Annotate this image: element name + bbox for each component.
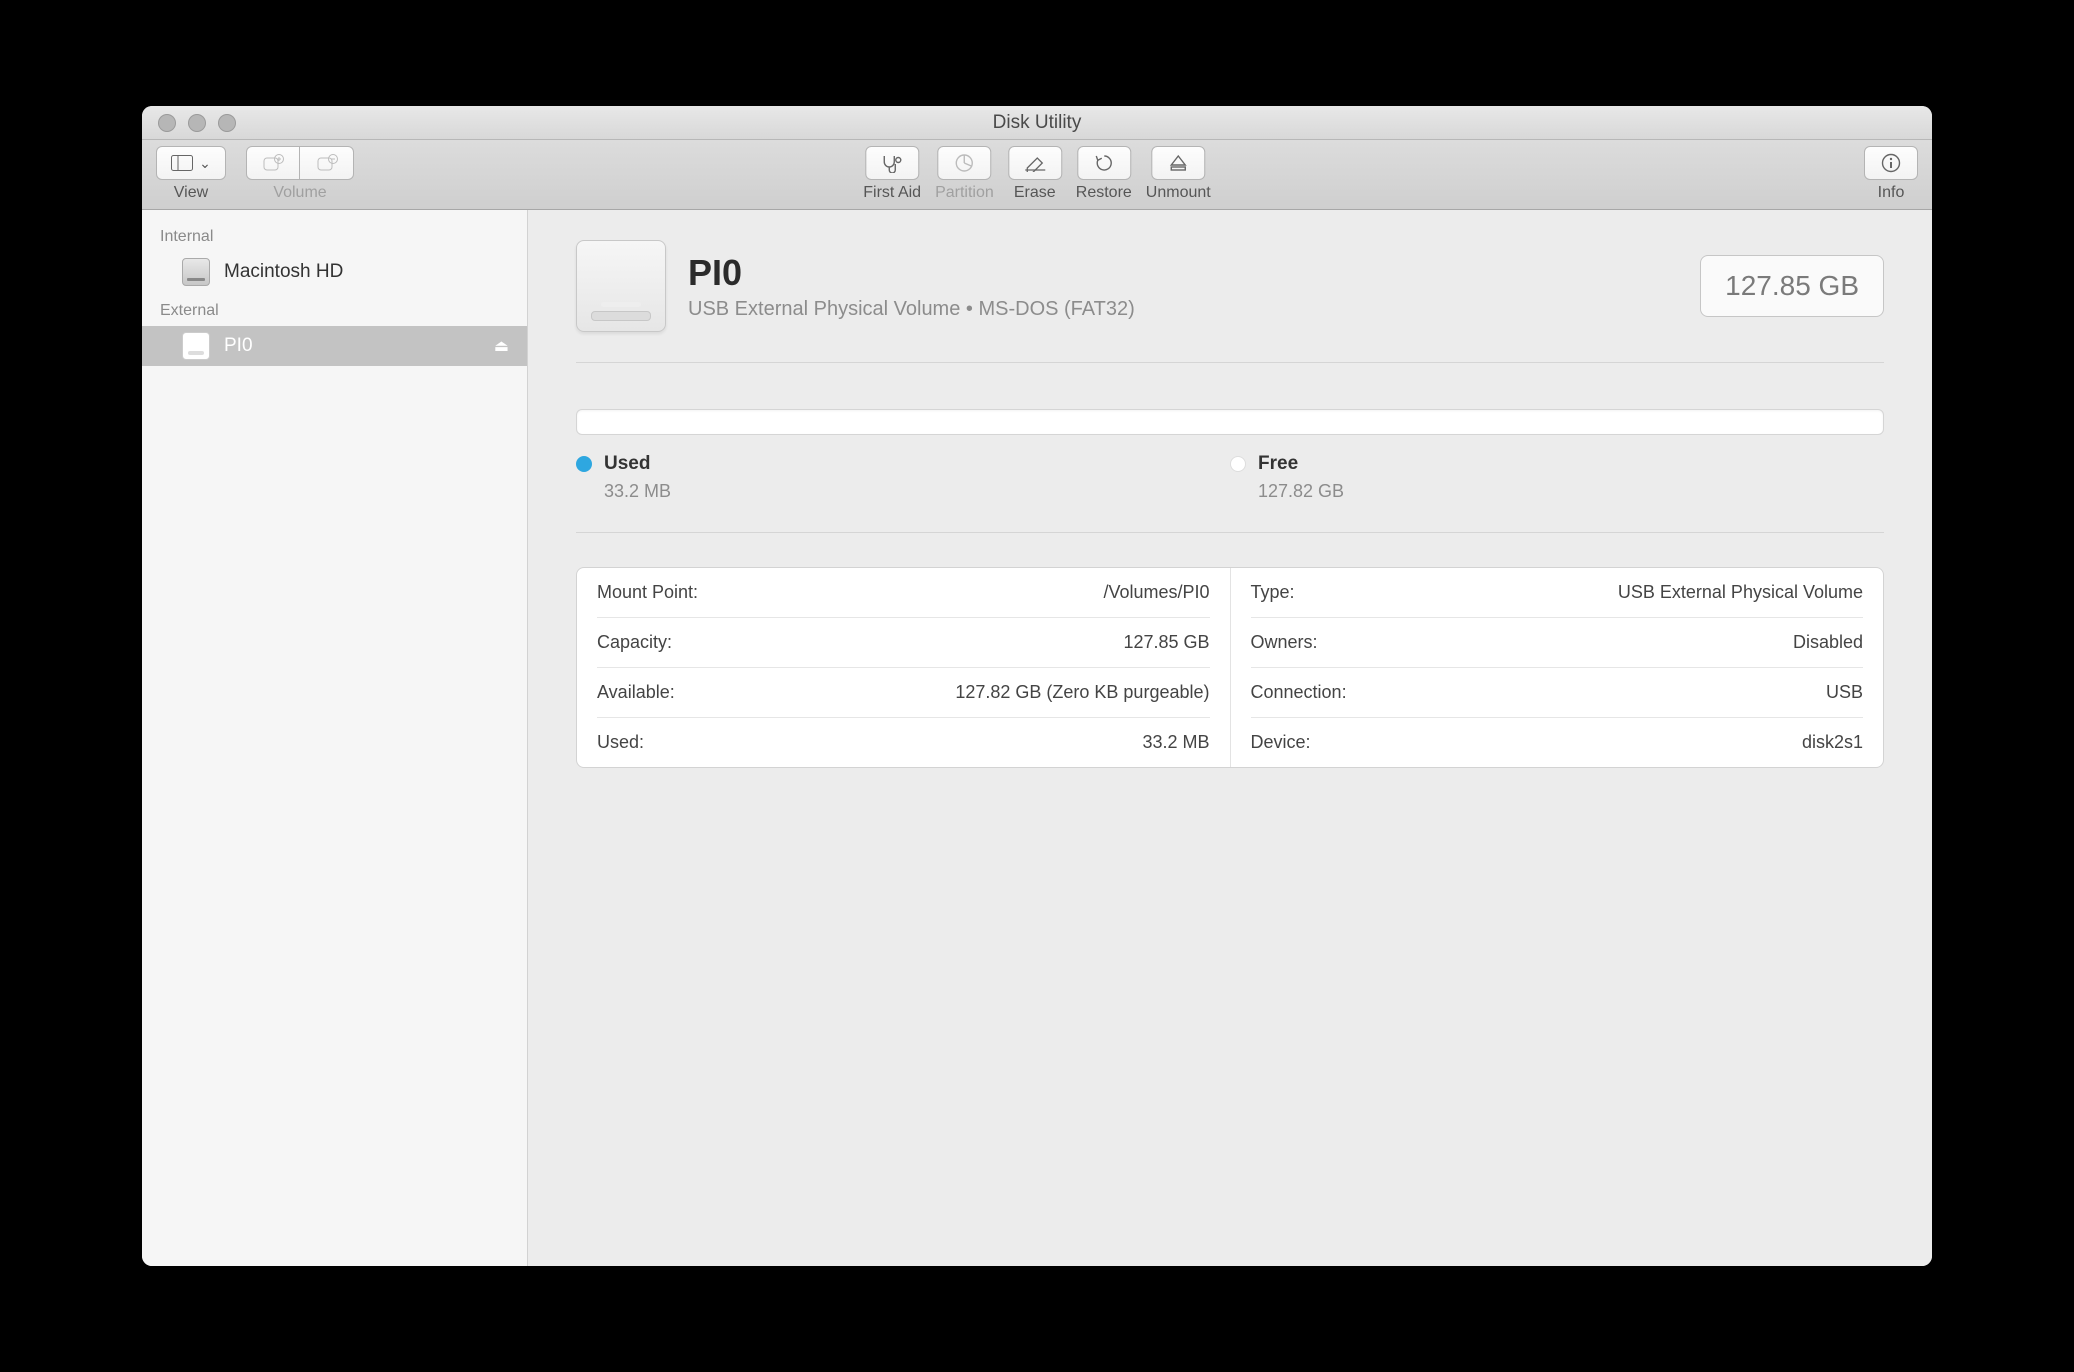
add-volume-icon: [262, 154, 284, 172]
unmount-label: Unmount: [1146, 184, 1211, 202]
view-label: View: [174, 184, 208, 202]
used-dot-icon: [576, 456, 592, 472]
info-label: Info: [1878, 184, 1905, 202]
sidebar: Internal Macintosh HD External PI0 ⏏: [142, 210, 528, 1266]
view-button[interactable]: ⌄: [156, 146, 226, 180]
sidebar-header-internal: Internal: [142, 218, 527, 252]
toolbar: ⌄ View Volume First Aid: [142, 140, 1932, 210]
erase-label: Erase: [1014, 184, 1056, 202]
restore-button[interactable]: [1077, 146, 1131, 180]
details-table: Mount Point:/Volumes/PI0 Capacity:127.85…: [576, 567, 1884, 768]
restore-label: Restore: [1076, 184, 1132, 202]
body: Internal Macintosh HD External PI0 ⏏ PI0…: [142, 210, 1932, 1266]
first-aid-label: First Aid: [863, 184, 921, 202]
external-drive-icon: [182, 332, 210, 360]
free-dot-icon: [1230, 456, 1246, 472]
toolbar-group-info: Info: [1864, 146, 1918, 202]
chevron-down-icon: ⌄: [199, 155, 211, 172]
used-label: Used: [604, 453, 650, 475]
capacity-box: 127.85 GB: [1700, 255, 1884, 317]
partition-icon: [953, 153, 975, 173]
add-volume-button: [246, 146, 300, 180]
detail-row: Available:127.82 GB (Zero KB purgeable): [597, 668, 1210, 718]
info-button[interactable]: [1864, 146, 1918, 180]
sidebar-item-pi0[interactable]: PI0 ⏏: [142, 326, 527, 366]
toolbar-group-volume: Volume: [246, 146, 354, 202]
info-icon: [1880, 152, 1902, 174]
divider: [576, 532, 1884, 533]
partition-label: Partition: [935, 184, 994, 202]
details-col-right: Type:USB External Physical Volume Owners…: [1231, 568, 1884, 767]
volume-icon: [576, 240, 666, 332]
partition-button: [937, 146, 991, 180]
volume-subtitle: USB External Physical Volume • MS-DOS (F…: [688, 298, 1135, 321]
detail-row: Owners:Disabled: [1251, 618, 1864, 668]
erase-icon: [1023, 154, 1047, 172]
hard-drive-icon: [182, 258, 210, 286]
details-col-left: Mount Point:/Volumes/PI0 Capacity:127.85…: [577, 568, 1231, 767]
detail-row: Used:33.2 MB: [597, 718, 1210, 767]
restore-icon: [1093, 153, 1115, 173]
remove-volume-button: [300, 146, 354, 180]
detail-row: Device:disk2s1: [1251, 718, 1864, 767]
detail-row: Type:USB External Physical Volume: [1251, 568, 1864, 618]
sidebar-item-macintosh-hd[interactable]: Macintosh HD: [142, 252, 527, 292]
sidebar-item-label: Macintosh HD: [224, 261, 343, 283]
eject-icon[interactable]: ⏏: [494, 336, 509, 356]
sidebar-item-label: PI0: [224, 335, 253, 357]
unmount-button[interactable]: [1151, 146, 1205, 180]
remove-volume-icon: [316, 154, 338, 172]
detail-row: Mount Point:/Volumes/PI0: [597, 568, 1210, 618]
erase-button[interactable]: [1008, 146, 1062, 180]
volume-name: PI0: [688, 252, 1135, 294]
usage-bar: [576, 409, 1884, 435]
toolbar-group-view: ⌄ View: [156, 146, 226, 202]
titlebar: Disk Utility: [142, 106, 1932, 140]
volume-label: Volume: [273, 184, 326, 202]
usage-legend: Used 33.2 MB Free 127.82 GB: [576, 453, 1884, 502]
toolbar-center: First Aid Partition Erase Restore: [863, 146, 1210, 202]
used-value: 33.2 MB: [604, 481, 1230, 502]
main-content: PI0 USB External Physical Volume • MS-DO…: [528, 210, 1932, 1266]
free-value: 127.82 GB: [1258, 481, 1884, 502]
first-aid-button[interactable]: [865, 146, 919, 180]
stethoscope-icon: [880, 153, 904, 173]
detail-row: Connection:USB: [1251, 668, 1864, 718]
volume-header: PI0 USB External Physical Volume • MS-DO…: [576, 240, 1884, 332]
window-title: Disk Utility: [142, 112, 1932, 134]
detail-row: Capacity:127.85 GB: [597, 618, 1210, 668]
divider: [576, 362, 1884, 363]
sidebar-header-external: External: [142, 292, 527, 326]
app-window: Disk Utility ⌄ View Volume: [142, 106, 1932, 1266]
sidebar-icon: [171, 155, 193, 171]
free-label: Free: [1258, 453, 1298, 475]
eject-icon: [1168, 154, 1188, 172]
